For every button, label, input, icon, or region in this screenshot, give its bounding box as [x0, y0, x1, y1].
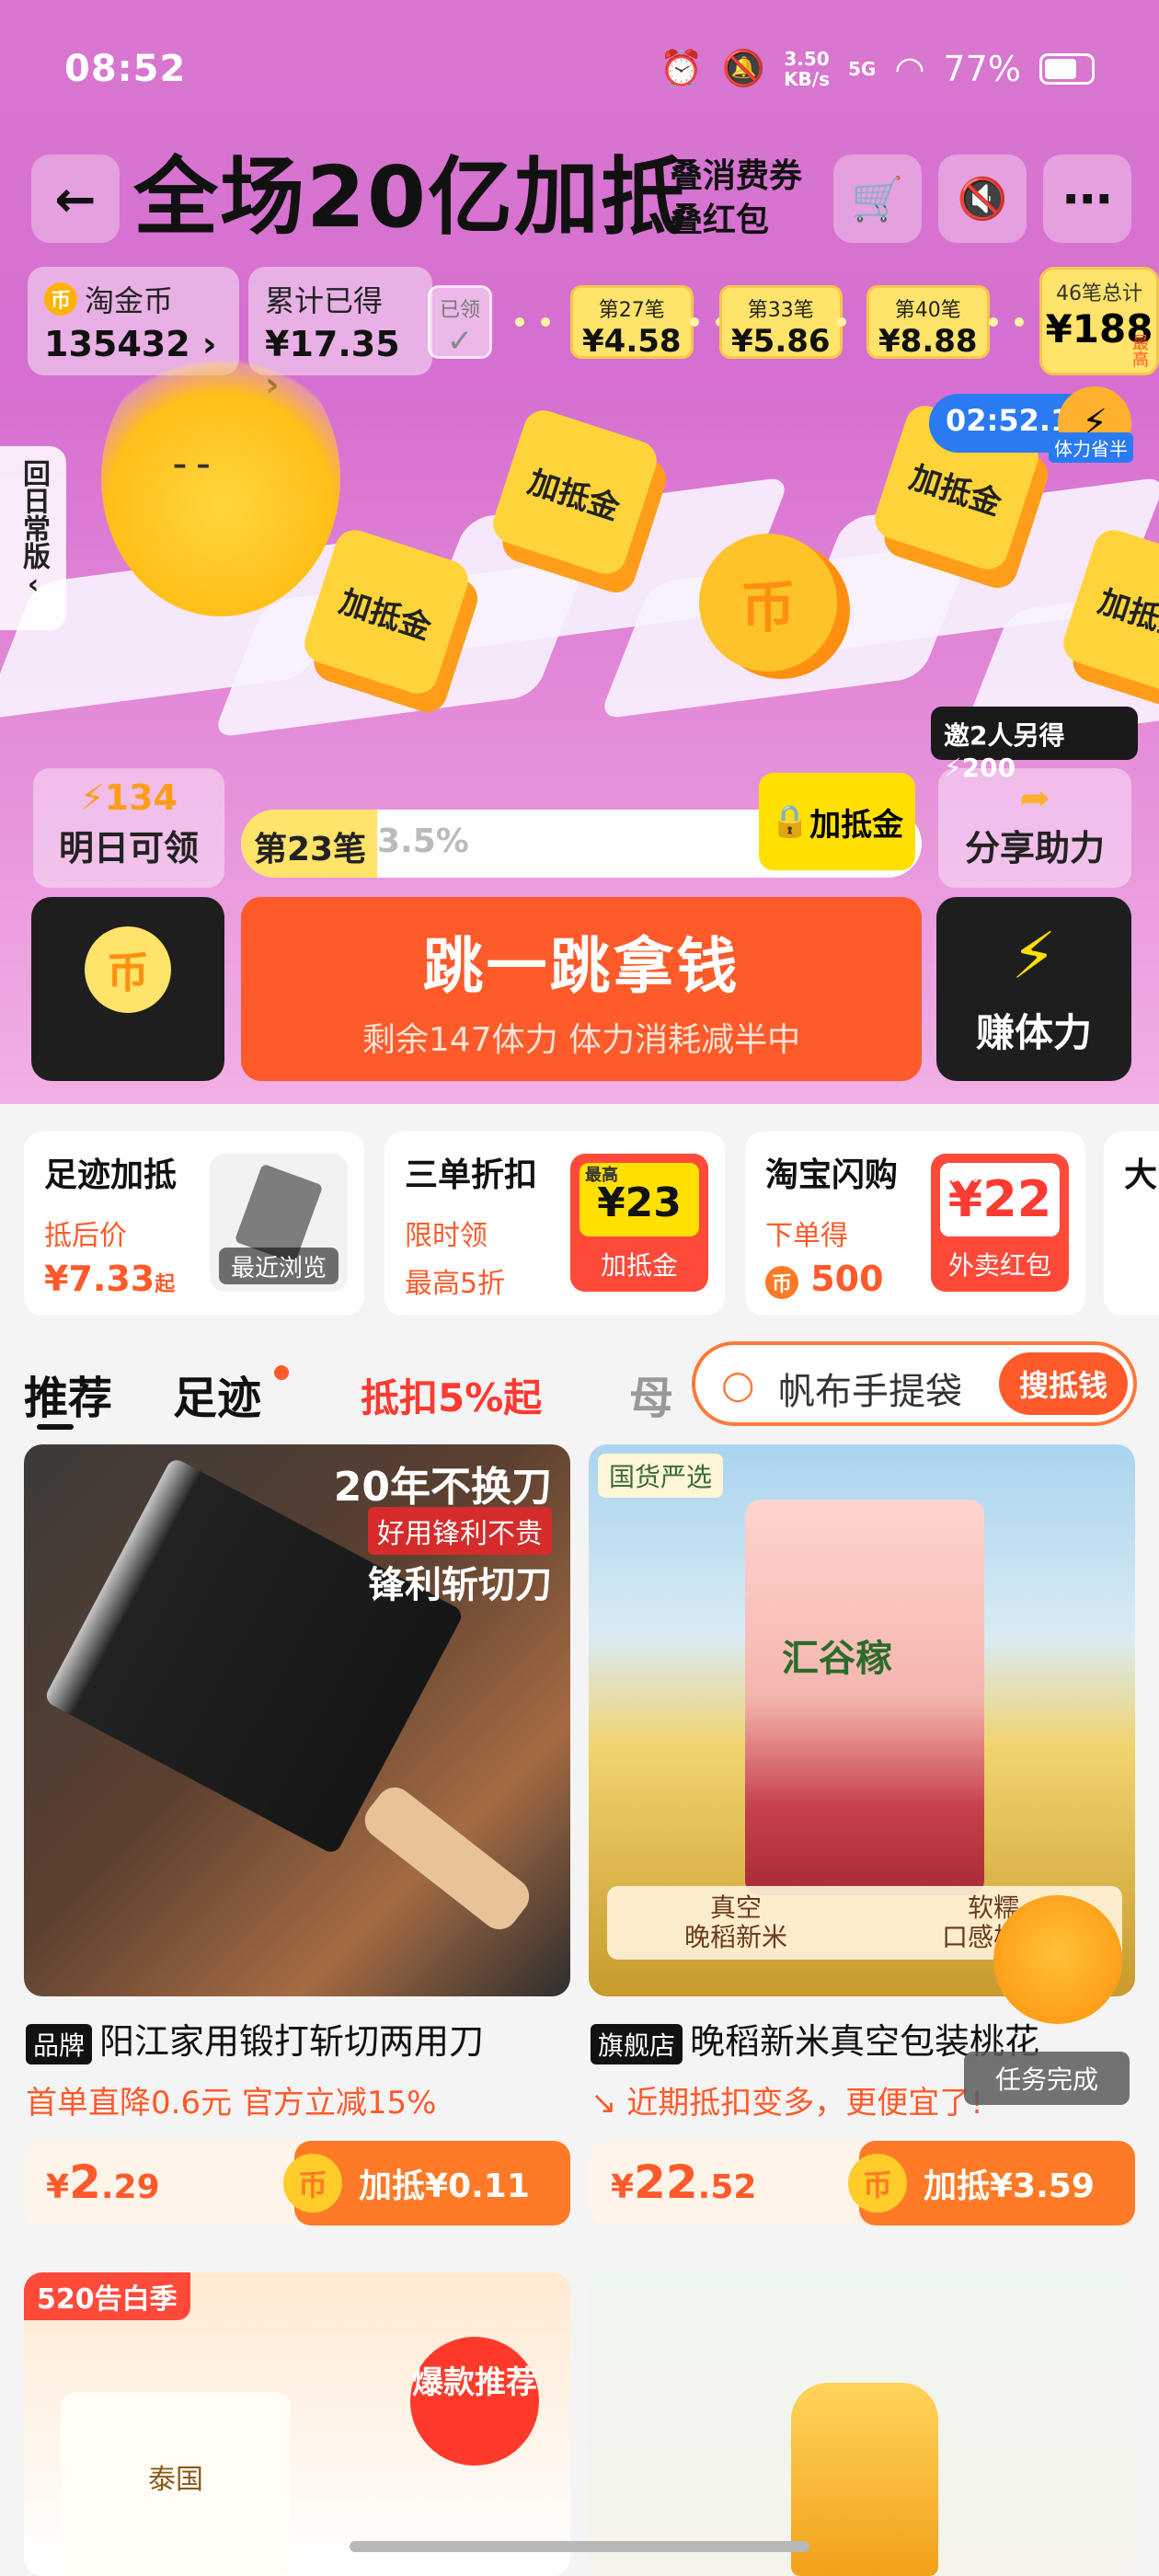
status-bar: 08:52 ⏰ 🔕 3.50 KB/s 5G ◠ 77% [0, 0, 1159, 147]
check-icon: ✓ [446, 323, 474, 360]
trend-icon: ↘ [591, 2084, 627, 2122]
coin-icon: 币 [848, 2153, 907, 2213]
feature-cards: 足迹加抵 抵后价 ¥7.33起 最近浏览 三单折扣 限时领 最高5折 最高 ¥23… [0, 1104, 1159, 1343]
back-to-daily-tab[interactable]: 回日常版 ‹ [0, 446, 66, 630]
product-image: 泰国 [61, 2392, 291, 2576]
milestone-40: 第40笔 ¥8.88 [866, 285, 990, 360]
product-card-knife[interactable]: 20年不换刀 好用锋利不贵 锋利斩切刀 [24, 1444, 570, 1996]
card-three-orders[interactable]: 三单折扣 限时领 最高5折 最高 ¥23 加抵金 [384, 1132, 725, 1316]
card-flash-sale[interactable]: 淘宝闪购 下单得 币 500 最高 ¥22 外卖红包 [745, 1132, 1085, 1316]
product-title: 品牌 阳江家用锻打斩切两用刀 [24, 1996, 570, 2064]
clock: 08:52 [64, 48, 187, 90]
product-card-oil[interactable] [589, 2272, 1135, 2576]
card-footprint[interactable]: 足迹加抵 抵后价 ¥7.33起 最近浏览 [24, 1132, 364, 1316]
invite-tooltip: 邀2人另得⚡200 [931, 707, 1138, 783]
tab-discount[interactable]: 抵扣5%起 [361, 1367, 542, 1423]
progress-dots [515, 317, 550, 327]
progress-dots [989, 317, 1024, 327]
product-image: 20年不换刀 好用锋利不贵 锋利斩切刀 [24, 1444, 570, 1996]
locked-bonus-button[interactable]: 🔒 加抵金 [759, 773, 915, 870]
active-tab-indicator [37, 1424, 74, 1430]
cart-icon: 🛒 [851, 173, 904, 224]
bonus-badge: 最高 ¥23 加抵金 [570, 1154, 708, 1292]
battery-icon [1039, 52, 1095, 85]
sound-button[interactable]: 🔇 [938, 155, 1027, 243]
timer-label: 体力省半 [1049, 432, 1133, 463]
price: ¥2.29 [46, 2155, 160, 2209]
card-partial[interactable]: 大 [1104, 1132, 1159, 1316]
mute-icon: 🔕 [721, 48, 766, 88]
back-button[interactable]: ← [31, 155, 120, 243]
bonus-badge: 最高 ¥22 外卖红包 [931, 1154, 1069, 1292]
search-icon: ○ [721, 1362, 755, 1407]
share-arrow-icon: ➦ [1019, 777, 1050, 820]
tab-footprint[interactable]: 足迹 [173, 1362, 261, 1426]
search-box[interactable]: ○ 帆布手提袋 搜抵钱 [692, 1341, 1137, 1426]
mascot-icon [993, 1895, 1122, 2024]
page-subtitle: 叠消费券 叠红包 [670, 157, 803, 239]
wifi-icon: ◠ [894, 48, 925, 89]
coin-icon: 币 [283, 2153, 342, 2213]
more-button[interactable]: ⋯ [1043, 155, 1131, 243]
coin-token: 币 [699, 534, 837, 672]
home-indicator[interactable] [350, 2541, 809, 2552]
chevron-left-icon: ‹ [27, 569, 40, 601]
product-card-rice-bag[interactable]: 520告白季 泰国 爆款推荐 [24, 2272, 570, 2576]
milestone-27: 第27笔 ¥4.58 [570, 285, 694, 360]
sound-off-icon: 🔇 [957, 176, 1008, 223]
lock-icon: 🔒 [770, 803, 810, 840]
cart-button[interactable]: 🛒 [833, 155, 922, 243]
signal-icon: 5G [848, 57, 877, 80]
battery-text: 77% [943, 48, 1021, 89]
coin-icon: 币 [765, 1266, 798, 1299]
share-help-button[interactable]: ➦ 分享助力 [938, 768, 1131, 888]
tomorrow-claim[interactable]: ⚡134 明日可领 [33, 768, 224, 888]
task-complete-widget[interactable]: 任务完成 [957, 1895, 1131, 2134]
game-area: 08:52 ⏰ 🔕 3.50 KB/s 5G ◠ 77% ← 全场20亿加抵 叠消… [0, 0, 1159, 1104]
notification-dot [274, 1365, 289, 1380]
net-speed: 3.50 KB/s [784, 47, 831, 90]
price: ¥22.52 [611, 2155, 757, 2209]
price-bar[interactable]: ¥22.52 加抵¥3.59 币 [589, 2140, 1135, 2225]
back-arrow-icon: ← [54, 169, 97, 228]
tab-partial[interactable]: 母 [629, 1362, 673, 1426]
coin-button[interactable]: 币 [31, 897, 224, 1081]
coin-icon: 币 [44, 282, 77, 316]
page-title: 全场20亿加抵 [133, 148, 688, 247]
search-button[interactable]: 搜抵钱 [999, 1352, 1128, 1415]
mascot-character: – – [101, 340, 340, 616]
product-thumbnail: 最近浏览 [210, 1154, 348, 1292]
coin-icon: 币 [85, 926, 171, 1013]
milestone-33: 第33笔 ¥5.86 [719, 285, 843, 360]
hot-badge: 爆款推荐 [410, 2337, 539, 2466]
jump-button[interactable]: 跳一跳拿钱 剩余147体力 体力消耗减半中 [241, 897, 922, 1081]
search-input[interactable]: 帆布手提袋 [778, 1362, 962, 1415]
alarm-icon: ⏰ [660, 48, 704, 88]
tab-recommend[interactable]: 推荐 [24, 1362, 112, 1426]
header: ← 全场20亿加抵 叠消费券 叠红包 🛒 🔇 ⋯ [0, 147, 1159, 258]
status-icons: ⏰ 🔕 3.50 KB/s 5G ◠ 77% [660, 48, 1095, 89]
product-promo: 首单直降0.6元 官方立减15% [26, 2084, 437, 2122]
milestone-final: 46笔总计 ¥188 最高 [1039, 267, 1159, 375]
earn-energy-button[interactable]: ⚡ 赚体力 [936, 897, 1131, 1081]
product-info-knife: 品牌 阳江家用锻打斩切两用刀 首单直降0.6元 官方立减15% ¥2.29 加抵¥… [24, 1996, 570, 2225]
price-bar[interactable]: ¥2.29 加抵¥0.11 币 [24, 2140, 570, 2225]
milestone-claimed: 已领 ✓ [428, 285, 493, 360]
more-icon: ⋯ [1062, 169, 1112, 228]
product-image [791, 2383, 938, 2576]
lightning-icon: ⚡ [1011, 918, 1057, 994]
progress-dots [837, 317, 846, 327]
